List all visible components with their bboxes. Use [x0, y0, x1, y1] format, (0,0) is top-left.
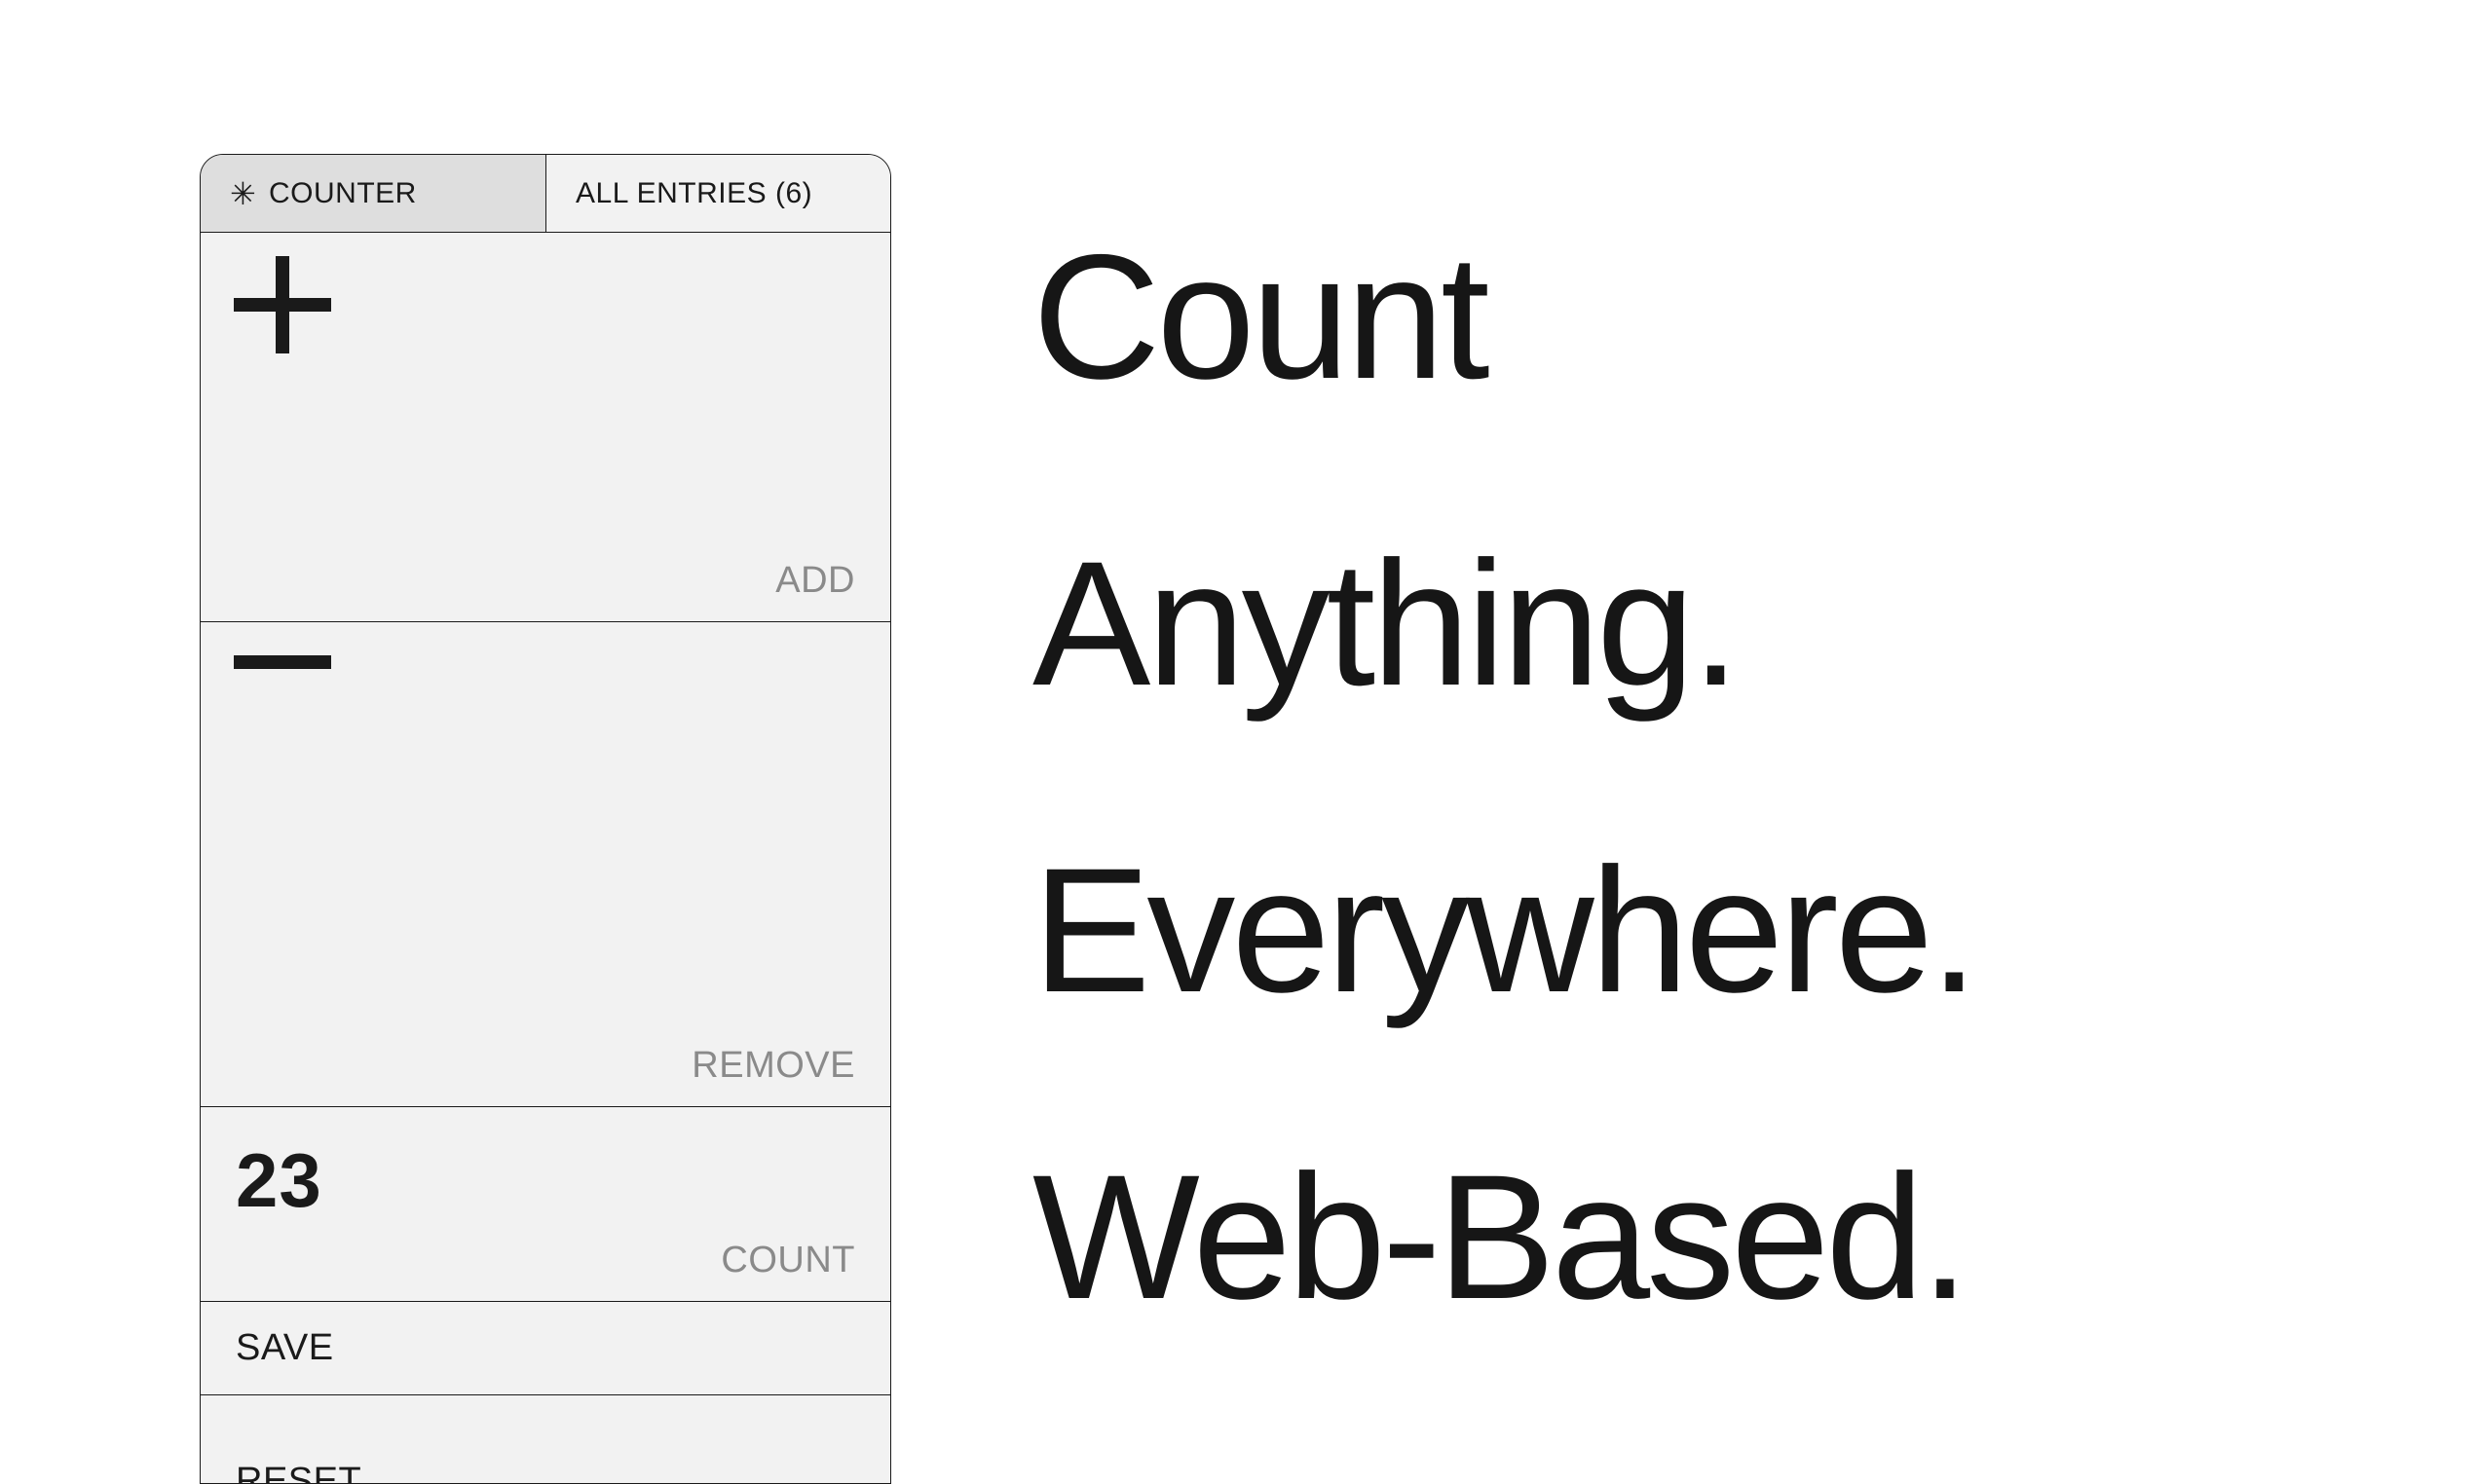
hero-line-4: Web-Based.	[1032, 1084, 1975, 1391]
tab-counter[interactable]: ✳ COUNTER	[201, 155, 546, 232]
tab-entries-label: ALL ENTRIES (6)	[576, 177, 812, 210]
hero-line-2: Anything.	[1032, 470, 1975, 777]
hero-line-1: Count	[1032, 164, 1975, 470]
add-button[interactable]: ADD	[201, 233, 890, 622]
count-value: 23	[236, 1136, 322, 1225]
count-label: COUNT	[721, 1240, 855, 1281]
remove-button[interactable]: REMOVE	[201, 622, 890, 1107]
reset-button[interactable]: RESET	[201, 1395, 890, 1483]
plus-icon	[224, 246, 341, 368]
add-label: ADD	[775, 560, 855, 602]
save-label: SAVE	[236, 1327, 334, 1369]
counter-card: ✳ COUNTER ALL ENTRIES (6) ADD REMOVE 23 …	[200, 154, 891, 1484]
remove-label: REMOVE	[692, 1045, 855, 1087]
count-display: 23 COUNT	[201, 1107, 890, 1302]
hero-line-3: Everywhere.	[1032, 777, 1975, 1084]
tab-bar: ✳ COUNTER ALL ENTRIES (6)	[201, 155, 890, 233]
save-button[interactable]: SAVE	[201, 1302, 890, 1395]
starburst-icon: ✳	[230, 181, 255, 206]
tab-all-entries[interactable]: ALL ENTRIES (6)	[546, 155, 890, 232]
tab-counter-label: COUNTER	[269, 177, 417, 210]
minus-icon	[224, 636, 341, 758]
reset-label: RESET	[236, 1461, 361, 1484]
hero-text: Count Anything. Everywhere. Web-Based.	[1032, 164, 1975, 1390]
